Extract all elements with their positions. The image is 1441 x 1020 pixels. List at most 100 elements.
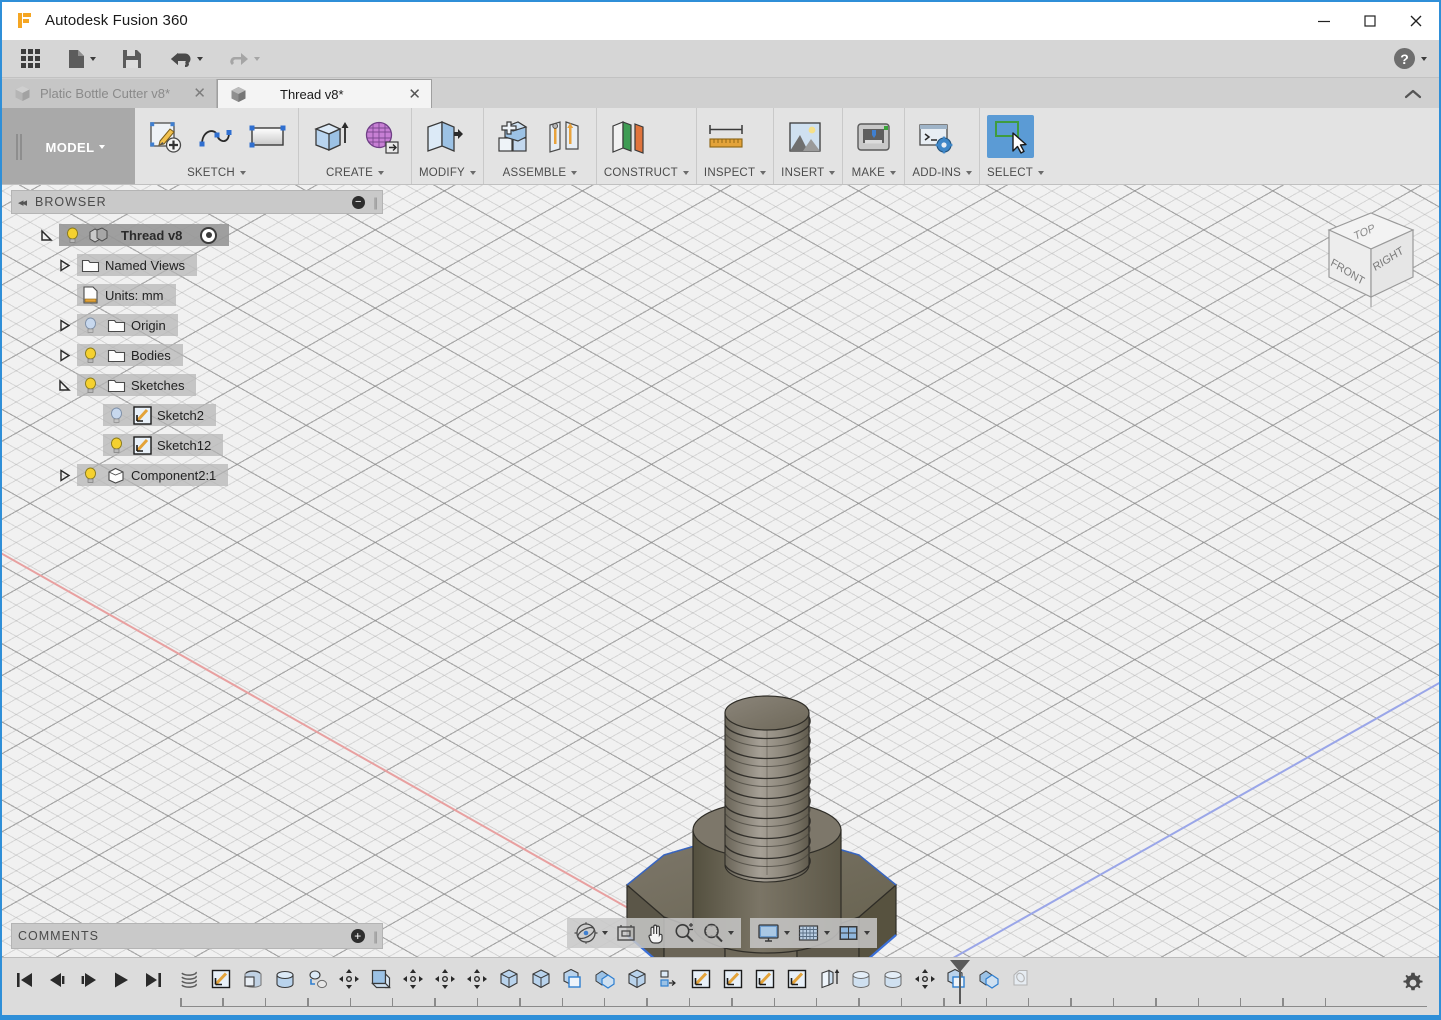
timeline-feature-sketch-3[interactable] xyxy=(718,963,748,995)
ribbon-collapse-button[interactable] xyxy=(1387,79,1439,108)
new-component-button[interactable] xyxy=(491,115,538,158)
tree-item-units[interactable]: Units: mm xyxy=(11,280,383,310)
timeline-track[interactable] xyxy=(174,960,1439,1008)
timeline-feature-sketch-2[interactable] xyxy=(686,963,716,995)
look-at-button[interactable] xyxy=(612,920,640,946)
minus-circle-icon[interactable]: − xyxy=(352,195,366,209)
visibility-bulb-icon[interactable] xyxy=(103,437,129,454)
expand-arrow-icon[interactable] xyxy=(51,378,77,392)
timeline-go-start-button[interactable] xyxy=(10,964,40,996)
plus-circle-icon[interactable]: + xyxy=(351,929,366,943)
timeline-step-back-button[interactable] xyxy=(42,964,72,996)
timeline-feature-move-2[interactable] xyxy=(398,963,428,995)
expand-arrow-icon[interactable] xyxy=(33,228,59,242)
browser-header[interactable]: ◂◂ BROWSER − || xyxy=(11,190,383,214)
double-chevron-left-icon[interactable]: ◂◂ xyxy=(18,196,27,209)
timeline-feature-cylinder-2[interactable] xyxy=(846,963,876,995)
visibility-bulb-icon[interactable] xyxy=(77,317,103,334)
timeline-feature-component[interactable] xyxy=(654,963,684,995)
minimize-button[interactable] xyxy=(1301,2,1347,40)
timeline-feature-move-3[interactable] xyxy=(430,963,460,995)
tree-item-named-views[interactable]: Named Views xyxy=(11,250,383,280)
3d-print-button[interactable] xyxy=(850,115,897,158)
timeline-feature-sketch[interactable] xyxy=(206,963,236,995)
3d-viewport[interactable]: ◂◂ BROWSER − || Thread v8 Named Views Un… xyxy=(2,185,1439,957)
view-cube[interactable]: TOP FRONT RIGHT xyxy=(1317,203,1425,311)
timeline-step-forward-button[interactable] xyxy=(74,964,104,996)
zoom-button[interactable] xyxy=(670,920,698,946)
timeline-feature-coil[interactable] xyxy=(174,963,204,995)
press-pull-button[interactable] xyxy=(419,115,466,158)
display-settings-button[interactable] xyxy=(754,920,793,946)
collapse-arrow-icon[interactable] xyxy=(51,468,77,482)
timeline-feature-combine-2[interactable] xyxy=(974,963,1004,995)
grid-snaps-button[interactable] xyxy=(794,920,833,946)
comments-panel[interactable]: COMMENTS + || xyxy=(11,923,383,949)
visibility-bulb-icon[interactable] xyxy=(77,347,103,364)
tree-item-bodies[interactable]: Bodies xyxy=(11,340,383,370)
tree-item-sketch12[interactable]: Sketch12 xyxy=(11,430,383,460)
timeline-feature-pattern[interactable] xyxy=(302,963,332,995)
collapse-arrow-icon[interactable] xyxy=(51,348,77,362)
pan-button[interactable] xyxy=(641,920,669,946)
timeline-feature-move-5[interactable] xyxy=(910,963,940,995)
save-button[interactable] xyxy=(115,44,149,74)
document-tab-platic-bottle-cutter[interactable]: Platic Bottle Cutter v8* ✕ xyxy=(2,79,217,108)
timeline-feature-sketch-5[interactable] xyxy=(782,963,812,995)
timeline-feature-body-2[interactable] xyxy=(526,963,556,995)
timeline-settings-button[interactable] xyxy=(1401,971,1425,1000)
timeline-feature-move-4[interactable] xyxy=(462,963,492,995)
app-grid-button[interactable] xyxy=(14,44,47,74)
panel-grip[interactable]: || xyxy=(373,929,378,944)
workspace-selector-button[interactable]: MODEL xyxy=(2,108,135,184)
visibility-bulb-icon[interactable] xyxy=(103,407,129,424)
fit-button[interactable] xyxy=(699,920,737,946)
timeline-feature-move[interactable] xyxy=(334,963,364,995)
timeline-feature-extrude-face[interactable] xyxy=(366,963,396,995)
joint-button[interactable] xyxy=(542,115,589,158)
collapse-arrow-icon[interactable] xyxy=(51,318,77,332)
visibility-bulb-icon[interactable] xyxy=(77,377,103,394)
panel-grip[interactable]: || xyxy=(373,195,378,210)
visibility-bulb-icon[interactable] xyxy=(77,467,103,484)
timeline-feature-extrude[interactable] xyxy=(814,963,844,995)
timeline-feature-cylinder-3[interactable] xyxy=(878,963,908,995)
timeline-feature-combine-1[interactable] xyxy=(590,963,620,995)
timeline-feature-ghost[interactable] xyxy=(1006,963,1036,995)
maximize-button[interactable] xyxy=(1347,2,1393,40)
viewports-button[interactable] xyxy=(834,920,873,946)
create-sketch-button[interactable] xyxy=(142,115,189,158)
redo-button[interactable] xyxy=(220,44,267,74)
create-form-button[interactable] xyxy=(357,115,404,158)
new-file-button[interactable] xyxy=(61,44,103,74)
orbit-button[interactable] xyxy=(571,920,611,946)
timeline-play-button[interactable] xyxy=(106,964,136,996)
scripts-addins-button[interactable] xyxy=(912,115,959,158)
help-button[interactable]: ? xyxy=(1394,48,1427,69)
tree-item-sketch2[interactable]: Sketch2 xyxy=(11,400,383,430)
timeline-go-end-button[interactable] xyxy=(138,964,168,996)
timeline-feature-body-4[interactable] xyxy=(622,963,652,995)
collapse-arrow-icon[interactable] xyxy=(51,258,77,272)
visibility-bulb-icon[interactable] xyxy=(59,227,85,244)
timeline-feature-cylinder[interactable] xyxy=(270,963,300,995)
tree-item-component2[interactable]: Component2:1 xyxy=(11,460,383,490)
timeline-playhead-marker[interactable] xyxy=(950,960,970,1004)
tree-item-thread-v8[interactable]: Thread v8 xyxy=(11,220,383,250)
document-tab-thread[interactable]: Thread v8* ✕ xyxy=(217,79,432,108)
spline-button[interactable] xyxy=(193,115,240,158)
extrude-button[interactable] xyxy=(306,115,353,158)
close-icon[interactable]: ✕ xyxy=(175,86,206,101)
undo-button[interactable] xyxy=(163,44,210,74)
rectangle-button[interactable] xyxy=(244,115,291,158)
offset-plane-button[interactable] xyxy=(604,115,651,158)
close-icon[interactable]: ✕ xyxy=(390,87,421,102)
timeline-feature-revolve[interactable] xyxy=(238,963,268,995)
activate-component-radio[interactable] xyxy=(200,226,218,244)
tree-item-sketches[interactable]: Sketches xyxy=(11,370,383,400)
select-tool-button[interactable] xyxy=(987,115,1035,158)
timeline-feature-body-1[interactable] xyxy=(494,963,524,995)
close-button[interactable] xyxy=(1393,2,1439,40)
insert-canvas-button[interactable] xyxy=(781,115,828,158)
measure-button[interactable] xyxy=(704,115,751,158)
